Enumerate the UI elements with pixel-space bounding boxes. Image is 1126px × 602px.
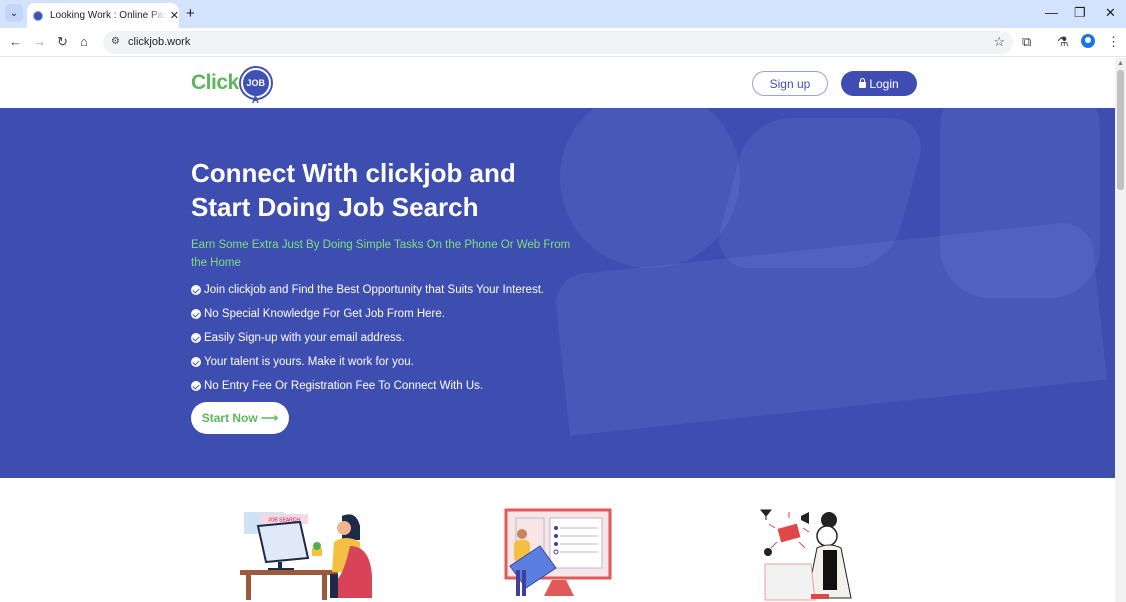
tab-list-button[interactable]: ⌄: [5, 4, 23, 22]
feature-item: No Special Knowledge For Get Job From He…: [191, 302, 571, 326]
logo-text: Click: [191, 71, 239, 94]
feature-item: Join clickjob and Find the Best Opportun…: [191, 278, 571, 302]
clickjob-logo[interactable]: Click JOB: [191, 66, 271, 106]
reload-icon[interactable]: ↻: [57, 34, 68, 50]
new-tab-button[interactable]: +: [186, 5, 195, 22]
check-circle-icon: [191, 285, 201, 295]
scrollbar-thumb[interactable]: [1117, 70, 1124, 190]
check-circle-icon: [191, 381, 201, 391]
tab-close-icon[interactable]: ✕: [170, 9, 179, 22]
feature-text: No Entry Fee Or Registration Fee To Conn…: [204, 380, 484, 392]
check-circle-icon: [191, 333, 201, 343]
web-page: Click JOB Sign up Login Connect With cli…: [0, 58, 1115, 602]
tab-title: Looking Work : Online Part Time: [50, 10, 166, 21]
feature-item: Your talent is yours. Make it work for y…: [191, 350, 571, 374]
feature-list: Join clickjob and Find the Best Opportun…: [191, 278, 571, 398]
lock-icon: [859, 78, 867, 88]
hero-bg-hand: [940, 108, 1100, 298]
feature-text: Your talent is yours. Make it work for y…: [204, 356, 414, 368]
browser-tab-active[interactable]: Looking Work : Online Part Time ✕: [27, 3, 179, 28]
url-text[interactable]: clickjob.work: [128, 36, 190, 48]
logo-badge-icon: JOB: [240, 68, 271, 106]
job-search-illustration: JOB SEARCH: [238, 508, 378, 602]
sign-up-button[interactable]: Sign up: [752, 71, 828, 96]
start-now-button[interactable]: Start Now ⟶: [191, 402, 289, 434]
login-label: Login: [869, 76, 899, 91]
scroll-up-arrow-icon[interactable]: ▲: [1117, 60, 1124, 67]
login-button[interactable]: Login: [841, 71, 917, 96]
site-info-icon[interactable]: ⚙: [111, 36, 120, 47]
hero-subtitle: Earn Some Extra Just By Doing Simple Tas…: [191, 239, 571, 269]
hero-bg-shape: [560, 108, 740, 268]
hero-section: Connect With clickjob and Start Doing Jo…: [0, 108, 1115, 478]
check-circle-icon: [191, 357, 201, 367]
sign-up-label: Sign up: [769, 76, 811, 91]
chevron-down-icon: ⌄: [9, 7, 19, 19]
hero-title: Connect With clickjob and Start Doing Jo…: [191, 158, 516, 222]
hero-content: Connect With clickjob and Start Doing Jo…: [191, 156, 571, 398]
browser-toolbar: ← → ↻ ⌂ ⚙ clickjob.work ☆ ⧉ ⚗ ⋮: [0, 28, 1126, 57]
browser-tab-bar: ⌄ Looking Work : Online Part Time ✕ + — …: [0, 0, 1126, 28]
feature-text: Easily Sign-up with your email address.: [204, 332, 405, 344]
back-icon[interactable]: ←: [9, 34, 22, 49]
email-monitor-illustration: [500, 508, 615, 602]
feature-item: No Entry Fee Or Registration Fee To Conn…: [191, 374, 571, 398]
address-bar[interactable]: ⚙ clickjob.work ☆: [103, 31, 1013, 54]
check-circle-icon: [191, 309, 201, 319]
window-close-button[interactable]: ✕: [1105, 5, 1116, 21]
extensions-icon[interactable]: ⧉: [1022, 34, 1031, 50]
bookmark-star-icon[interactable]: ☆: [993, 34, 1005, 50]
forward-icon[interactable]: →: [33, 34, 46, 49]
labs-flask-icon[interactable]: ⚗: [1057, 34, 1069, 50]
start-now-label: Start Now ⟶: [201, 411, 279, 425]
ideas-laptop-illustration: [755, 508, 865, 602]
page-scrollbar[interactable]: ▲: [1115, 58, 1126, 602]
home-icon[interactable]: ⌂: [80, 34, 88, 49]
feature-text: Join clickjob and Find the Best Opportun…: [204, 284, 545, 296]
feature-item: Easily Sign-up with your email address.: [191, 326, 571, 350]
minimize-button[interactable]: —: [1045, 5, 1058, 20]
restore-button[interactable]: ❐: [1074, 5, 1086, 21]
favicon-icon: [33, 10, 43, 21]
browser-menu-icon[interactable]: ⋮: [1107, 34, 1120, 50]
feature-text: No Special Knowledge For Get Job From He…: [204, 308, 445, 320]
profile-avatar-icon[interactable]: [1081, 34, 1095, 48]
site-header: Click JOB Sign up Login: [0, 58, 1115, 108]
